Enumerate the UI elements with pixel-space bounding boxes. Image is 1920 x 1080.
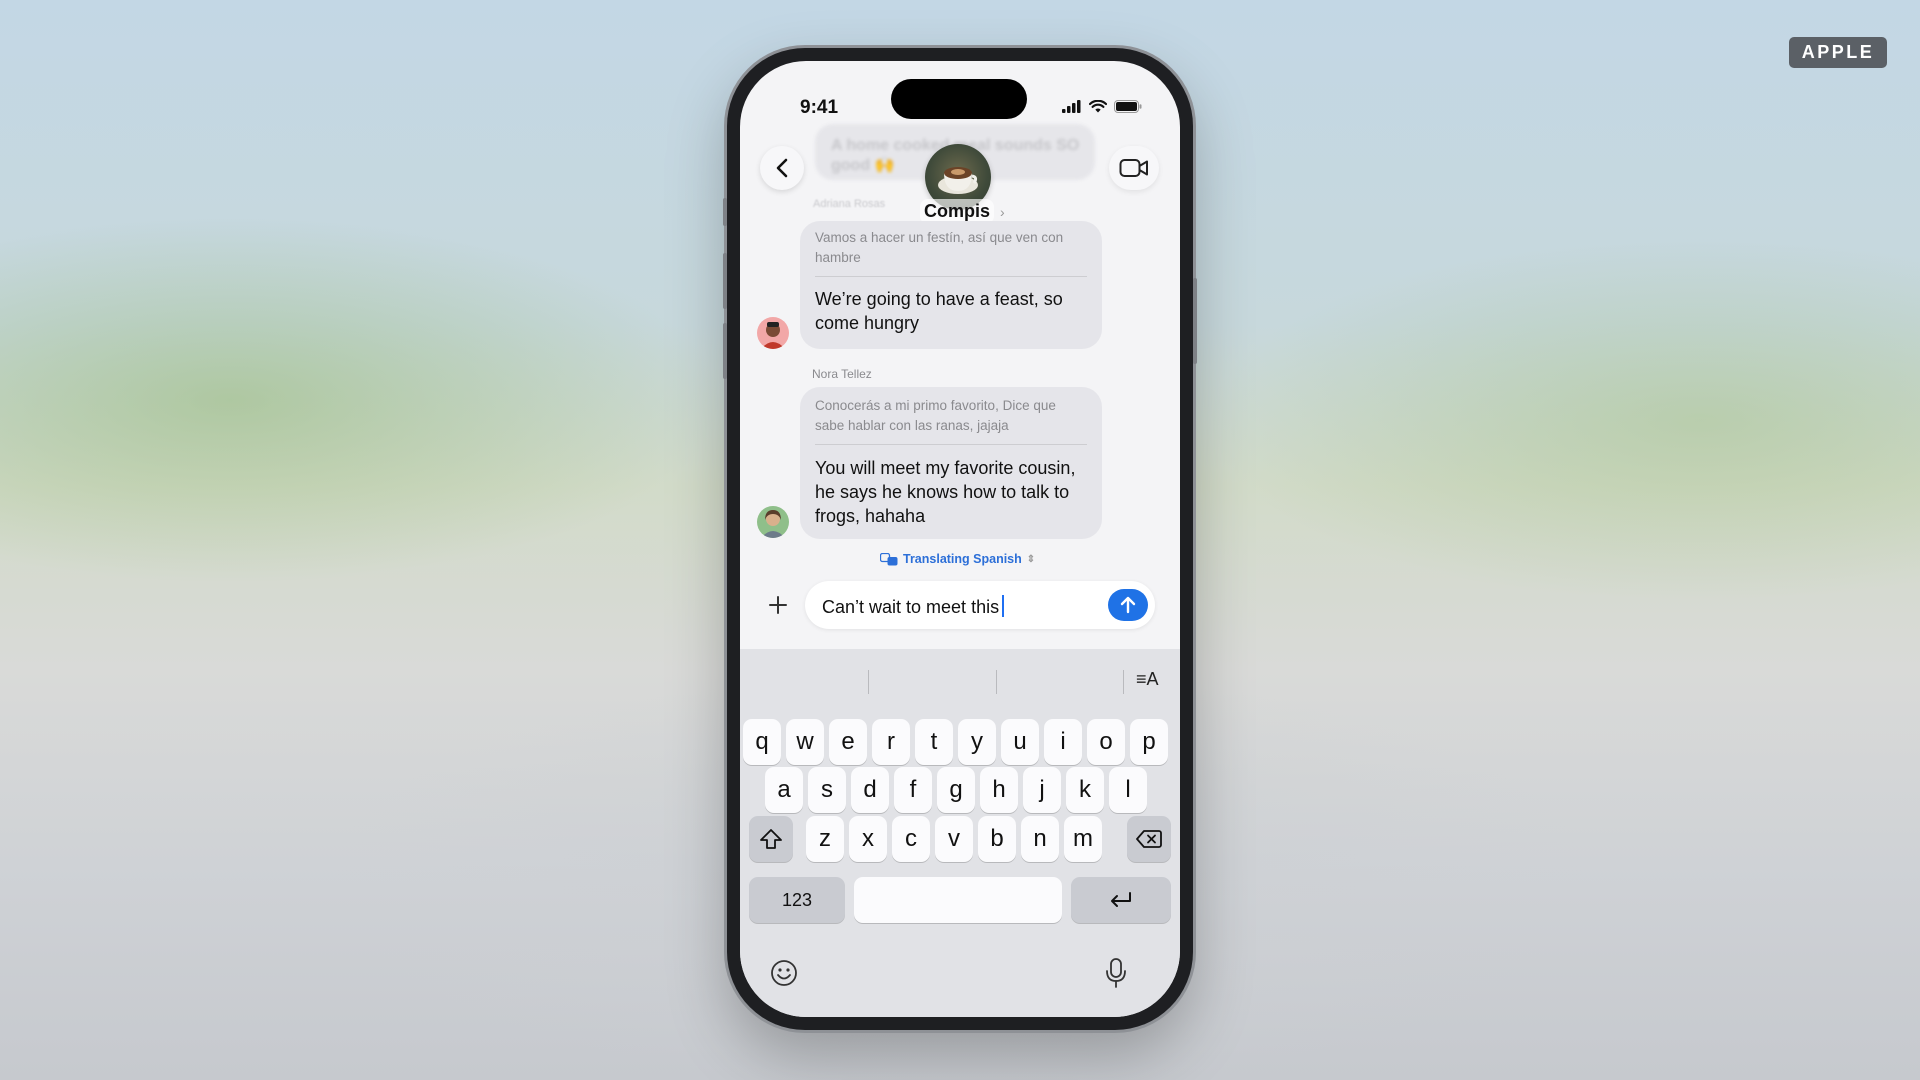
key-o[interactable]: o xyxy=(1087,719,1125,765)
message-input[interactable]: Can’t wait to meet this xyxy=(805,581,1155,629)
key-q[interactable]: q xyxy=(743,719,781,765)
original-line: hambre xyxy=(815,250,861,265)
key-u[interactable]: u xyxy=(1001,719,1039,765)
add-attachment-button[interactable] xyxy=(758,585,798,625)
translated-line: frogs, hahaha xyxy=(815,506,926,526)
sender-avatar[interactable] xyxy=(757,506,789,538)
key-y[interactable]: y xyxy=(958,719,996,765)
translating-indicator[interactable]: Translating Spanish ⇕ xyxy=(880,552,1035,566)
suggestion-divider xyxy=(996,670,997,694)
delete-icon xyxy=(1136,830,1162,848)
key-j[interactable]: j xyxy=(1023,767,1061,813)
person-avatar-icon xyxy=(761,322,785,349)
suggestion-divider xyxy=(1123,670,1124,694)
dictation-button[interactable] xyxy=(1104,957,1128,994)
power-button xyxy=(1193,278,1197,364)
shift-icon xyxy=(760,829,782,849)
translated-line: come hungry xyxy=(815,313,920,333)
key-k[interactable]: k xyxy=(1066,767,1104,813)
key-i[interactable]: i xyxy=(1044,719,1082,765)
numbers-key[interactable]: 123 xyxy=(749,877,845,923)
space-key[interactable] xyxy=(854,877,1062,923)
translated-text: We’re going to have a feast, so come hun… xyxy=(815,287,1063,335)
shift-key[interactable] xyxy=(749,816,793,862)
volume-down-button xyxy=(723,323,727,379)
key-h[interactable]: h xyxy=(980,767,1018,813)
previous-sender-name: Adriana Rosas xyxy=(813,198,886,210)
action-button xyxy=(723,198,727,226)
key-b[interactable]: b xyxy=(978,816,1016,862)
key-f[interactable]: f xyxy=(894,767,932,813)
key-c[interactable]: c xyxy=(892,816,930,862)
key-s[interactable]: s xyxy=(808,767,846,813)
message-bubble[interactable]: Vamos a hacer un festín, así que ven con… xyxy=(800,221,1102,349)
return-key[interactable] xyxy=(1071,877,1171,923)
key-t[interactable]: t xyxy=(915,719,953,765)
key-g[interactable]: g xyxy=(937,767,975,813)
return-icon xyxy=(1111,892,1131,907)
translated-line: You will meet my favorite cousin, xyxy=(815,458,1076,478)
battery-icon xyxy=(1114,100,1142,113)
chevron-updown-icon: ⇕ xyxy=(1026,553,1036,565)
key-e[interactable]: e xyxy=(829,719,867,765)
volume-up-button xyxy=(723,253,727,309)
key-v[interactable]: v xyxy=(935,816,973,862)
send-button[interactable] xyxy=(1108,589,1148,621)
back-chevron-icon xyxy=(776,158,788,178)
emoji-icon xyxy=(771,960,797,986)
message-input-value: Can’t wait to meet this xyxy=(822,597,1000,617)
translating-label: Translating Spanish xyxy=(903,552,1022,566)
person-avatar-icon xyxy=(761,510,785,538)
coffee-cup-icon xyxy=(938,167,978,194)
original-line: sabe hablar con las ranas, jajaja xyxy=(815,418,1009,433)
original-text: Conocerás a mi primo favorito, Dice que … xyxy=(815,396,1056,436)
send-arrow-icon xyxy=(1120,596,1136,614)
message-bubble[interactable]: Conocerás a mi primo favorito, Dice que … xyxy=(800,387,1102,539)
key-p[interactable]: p xyxy=(1130,719,1168,765)
key-x[interactable]: x xyxy=(849,816,887,862)
emoji-button[interactable] xyxy=(770,959,798,992)
text-formatting-icon[interactable]: ≡A xyxy=(1136,669,1159,690)
key-l[interactable]: l xyxy=(1109,767,1147,813)
wifi-icon xyxy=(1089,100,1107,113)
keyboard: ≡A qwertyuiop asdfghjkl zxcvbnm 123 xyxy=(740,649,1180,1017)
original-line: Conocerás a mi primo favorito, Dice que xyxy=(815,398,1056,413)
translated-line: he says he knows how to talk to xyxy=(815,482,1070,502)
key-a[interactable]: a xyxy=(765,767,803,813)
plus-icon xyxy=(769,596,787,614)
translation-divider xyxy=(815,444,1087,445)
key-n[interactable]: n xyxy=(1021,816,1059,862)
suggestion-divider xyxy=(868,670,869,694)
signal-icon xyxy=(1062,100,1081,113)
sender-avatar[interactable] xyxy=(757,317,789,349)
phone-screen: A home cooked meal sounds SO good 🙌 Adri… xyxy=(740,61,1180,1017)
original-line: Vamos a hacer un festín, así que ven con xyxy=(815,230,1064,245)
key-z[interactable]: z xyxy=(806,816,844,862)
video-call-button[interactable] xyxy=(1109,146,1159,190)
apple-badge: APPLE xyxy=(1789,37,1887,68)
translated-line: We’re going to have a feast, so xyxy=(815,289,1063,309)
status-time: 9:41 xyxy=(800,97,839,118)
phone-frame: A home cooked meal sounds SO good 🙌 Adri… xyxy=(723,48,1197,1030)
text-caret xyxy=(1002,595,1005,617)
message-input-text[interactable]: Can’t wait to meet this xyxy=(822,595,1005,618)
dynamic-island xyxy=(891,79,1027,119)
key-r[interactable]: r xyxy=(872,719,910,765)
microphone-icon xyxy=(1106,958,1126,988)
video-call-icon xyxy=(1119,159,1148,177)
key-w[interactable]: w xyxy=(786,719,824,765)
original-text: Vamos a hacer un festín, así que ven con… xyxy=(815,228,1063,268)
key-m[interactable]: m xyxy=(1064,816,1102,862)
status-icons xyxy=(1062,100,1142,113)
translate-icon xyxy=(880,552,898,565)
sender-name: Nora Tellez xyxy=(812,367,872,381)
delete-key[interactable] xyxy=(1127,816,1171,862)
group-chevron-icon[interactable]: › xyxy=(1000,204,1005,220)
translation-divider xyxy=(815,276,1087,277)
key-d[interactable]: d xyxy=(851,767,889,813)
back-button[interactable] xyxy=(760,146,804,190)
translated-text: You will meet my favorite cousin, he say… xyxy=(815,456,1075,528)
